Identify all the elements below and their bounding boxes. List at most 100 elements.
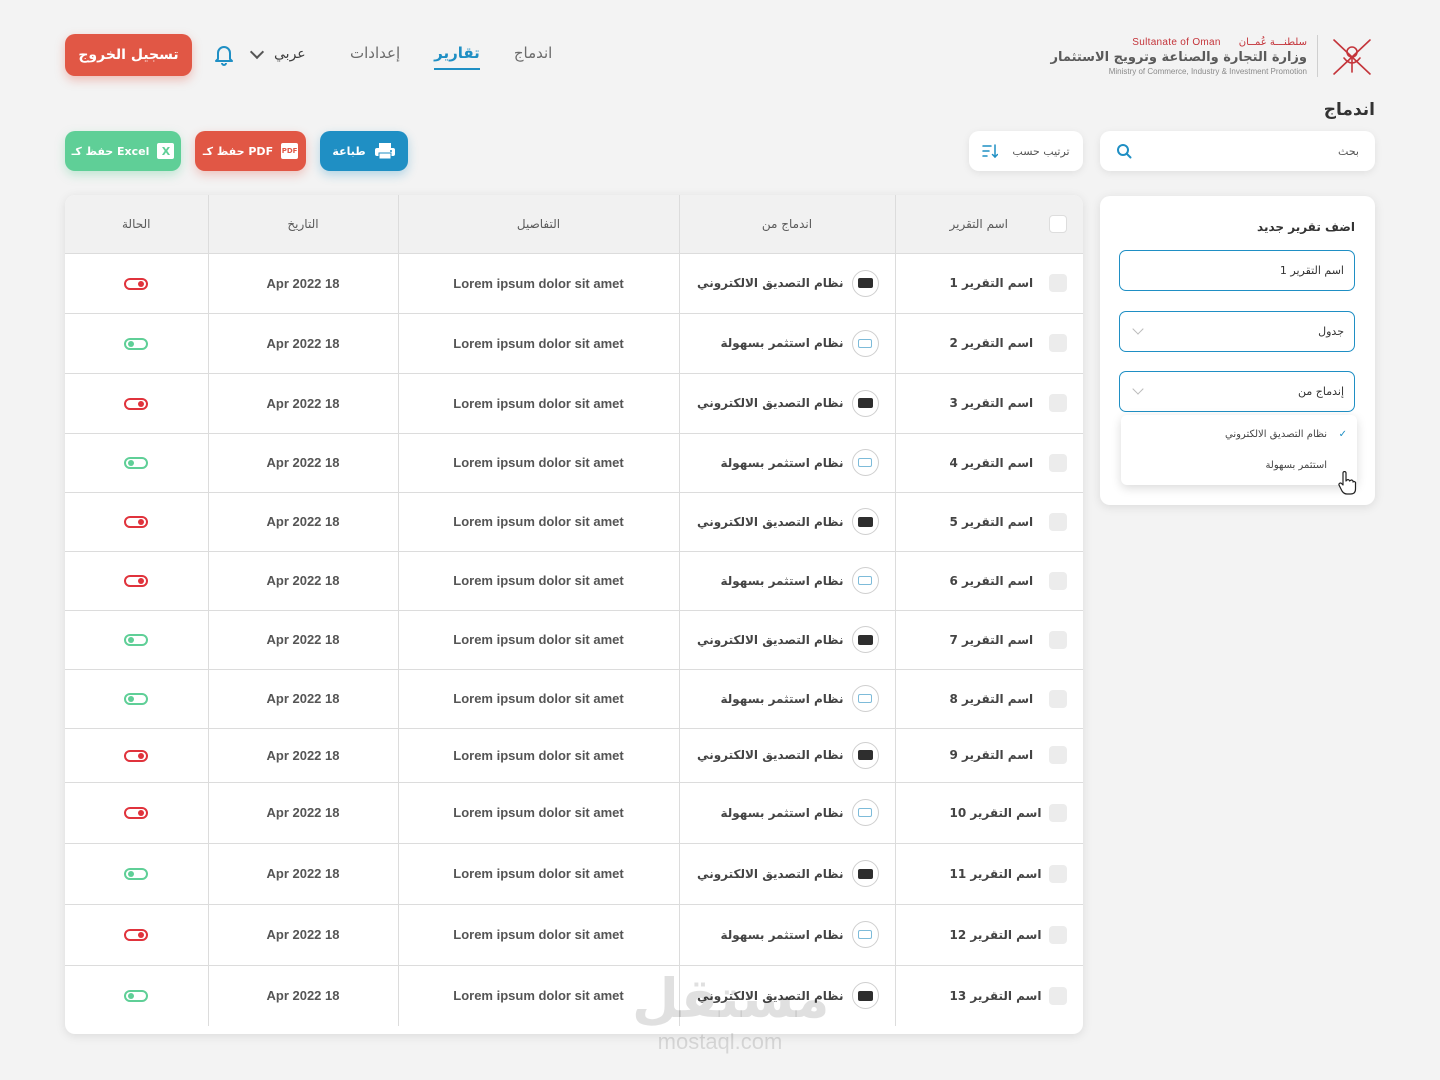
bell-icon[interactable]	[214, 44, 234, 66]
status-toggle[interactable]	[124, 397, 149, 410]
status-toggle[interactable]	[124, 457, 149, 469]
row-checkbox[interactable]	[1049, 512, 1067, 531]
row-checkbox[interactable]	[1049, 986, 1067, 1005]
language-selector[interactable]: عربي	[249, 44, 306, 62]
details-text: Lorem ipsum dolor sit amet	[453, 573, 624, 588]
language-label: عربي	[274, 46, 306, 62]
report-name-value: اسم التقرير 1	[1279, 264, 1344, 277]
status-toggle[interactable]	[124, 337, 149, 350]
chevron-down-icon	[1132, 323, 1144, 335]
cell-date: 18 Apr 2022	[207, 842, 398, 904]
ministry-name-en: Ministry of Commerce, Industry & Investm…	[1108, 66, 1307, 76]
source-system-icon	[851, 685, 879, 712]
cell-status	[65, 903, 208, 965]
status-toggle[interactable]	[124, 277, 149, 290]
details-text: Lorem ipsum dolor sit amet	[453, 691, 624, 706]
type-select-value: جدول	[1318, 325, 1344, 338]
cell-merge-from: نظام التصديق الالكتروني	[678, 609, 895, 669]
add-report-title: اضف تقرير جديد	[1257, 220, 1355, 234]
logout-button[interactable]: تسجيل الخروج	[65, 34, 192, 76]
merge-from-name: نظام التصديق الالكتروني	[697, 514, 844, 529]
nav-reports[interactable]: تقارير	[434, 44, 480, 70]
report-name: اسم التقرير 12	[949, 927, 1042, 942]
report-name: اسم التقرير 3	[949, 396, 1034, 410]
sort-button[interactable]: ترتيب حسب	[969, 131, 1083, 171]
status-toggle[interactable]	[124, 868, 149, 880]
nav-settings[interactable]: إعدادات	[350, 44, 400, 70]
merge-from-placeholder: إندماج من	[1298, 385, 1344, 398]
cell-report-name: اسم التقرير 8	[894, 668, 1083, 728]
row-checkbox[interactable]	[1049, 746, 1067, 764]
details-text: Lorem ipsum dolor sit amet	[453, 866, 624, 881]
date-text: 18 Apr 2022	[266, 632, 340, 647]
table-row: اسم التقرير 7 نظام التصديق الالكتروني Lore…	[65, 609, 1083, 669]
details-text: Lorem ipsum dolor sit amet	[453, 455, 624, 470]
row-checkbox[interactable]	[1049, 803, 1067, 822]
status-toggle[interactable]	[124, 929, 149, 941]
cell-details: Lorem ipsum dolor sit amet	[397, 550, 679, 610]
report-name: اسم التقرير 6	[949, 573, 1034, 588]
status-toggle[interactable]	[124, 575, 149, 587]
details-text: Lorem ipsum dolor sit amet	[453, 514, 624, 529]
type-select[interactable]: جدول	[1119, 311, 1355, 352]
cell-date: 18 Apr 2022	[207, 372, 398, 433]
table-body: اسم التقرير 1 نظام التصديق الالكتروني Lore…	[65, 252, 1083, 1026]
status-toggle[interactable]	[124, 516, 149, 528]
cell-details: Lorem ipsum dolor sit amet	[397, 903, 679, 965]
cell-status	[65, 842, 208, 904]
cell-merge-from: نظام التصديق الالكتروني	[678, 842, 895, 904]
report-name: اسم التقرير 11	[949, 866, 1042, 881]
report-name: اسم التقرير 1	[949, 276, 1034, 290]
status-toggle[interactable]	[124, 990, 149, 1003]
table-row: اسم التقرير 11 نظام التصديق الالكتروني Lor…	[65, 842, 1083, 904]
select-all-checkbox[interactable]	[1049, 214, 1067, 233]
row-checkbox[interactable]	[1049, 453, 1067, 472]
cell-merge-from: نظام التصديق الالكتروني	[678, 964, 895, 1026]
status-toggle[interactable]	[124, 749, 149, 762]
row-checkbox[interactable]	[1049, 689, 1067, 708]
details-text: Lorem ipsum dolor sit amet	[453, 805, 624, 820]
cell-details: Lorem ipsum dolor sit amet	[397, 312, 679, 373]
status-toggle[interactable]	[124, 807, 149, 819]
save-pdf-button[interactable]: PDF PDF حفظ كـ	[195, 131, 306, 171]
source-system-icon	[851, 982, 879, 1010]
row-checkbox[interactable]	[1049, 630, 1067, 649]
search-input[interactable]	[1159, 144, 1359, 158]
save-excel-button[interactable]: X Excel حفظ كـ	[65, 131, 181, 171]
excel-file-icon: X	[157, 143, 175, 159]
cell-date: 18 Apr 2022	[207, 964, 398, 1026]
nav-merge[interactable]: اندماج	[514, 44, 553, 70]
table-row: اسم التقرير 3 نظام التصديق الالكتروني Lore…	[65, 372, 1083, 433]
add-report-card: اضف تقرير جديد اسم التقرير 1 جدول إندماج…	[1100, 196, 1375, 505]
cell-report-name: اسم التقرير 10	[894, 781, 1083, 843]
dropdown-option-invest-easy[interactable]: استثمر بسهولة	[1265, 460, 1347, 471]
header-report-name: اسم التقرير	[894, 195, 1083, 253]
cell-report-name: اسم التقرير 7	[894, 609, 1083, 669]
row-checkbox[interactable]	[1049, 394, 1067, 412]
cell-merge-from: نظام استثمر بسهولة	[678, 781, 895, 843]
details-text: Lorem ipsum dolor sit amet	[453, 747, 624, 763]
cell-status	[65, 312, 208, 373]
cell-report-name: اسم التقرير 5	[894, 491, 1083, 551]
table-row: اسم التقرير 8 نظام استثمر بسهولة Lorem ips…	[65, 668, 1083, 728]
option-label: استثمر بسهولة	[1265, 460, 1327, 471]
row-checkbox[interactable]	[1049, 334, 1067, 352]
row-checkbox[interactable]	[1049, 571, 1067, 590]
date-text: 18 Apr 2022	[266, 573, 340, 588]
search-icon[interactable]	[1116, 143, 1132, 159]
cell-date: 18 Apr 2022	[207, 781, 398, 843]
row-checkbox[interactable]	[1049, 925, 1067, 944]
print-button[interactable]: طباعة	[320, 131, 408, 171]
report-name: اسم التقرير 13	[949, 988, 1042, 1003]
row-checkbox[interactable]	[1049, 864, 1067, 883]
date-text: 18 Apr 2022	[266, 988, 340, 1004]
merge-from-select[interactable]: إندماج من	[1119, 371, 1355, 412]
report-name: اسم التقرير 10	[949, 805, 1042, 820]
report-name-field[interactable]: اسم التقرير 1	[1119, 250, 1355, 291]
dropdown-option-e-attestation[interactable]: ✓ نظام التصديق الالكتروني	[1225, 429, 1347, 440]
status-toggle[interactable]	[124, 634, 149, 646]
row-checkbox[interactable]	[1049, 274, 1067, 292]
merge-from-name: نظام استثمر بسهولة	[720, 455, 844, 470]
cell-date: 18 Apr 2022	[207, 668, 398, 728]
status-toggle[interactable]	[124, 693, 149, 705]
